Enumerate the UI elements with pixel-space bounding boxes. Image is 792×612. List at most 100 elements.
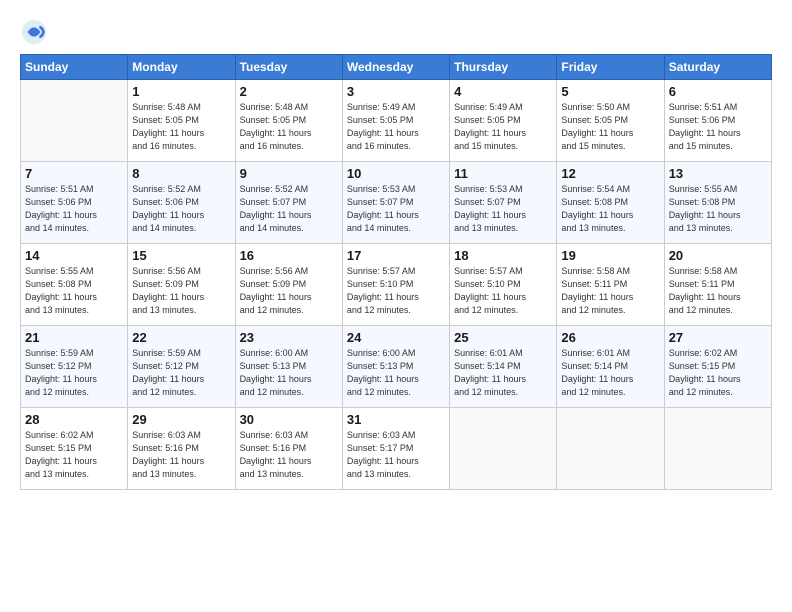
calendar-cell: 25 Sunrise: 6:01 AMSunset: 5:14 PMDayligh… <box>450 326 557 408</box>
day-number: 4 <box>454 84 552 99</box>
day-info: Sunrise: 6:03 AMSunset: 5:16 PMDaylight:… <box>240 429 338 481</box>
day-number: 23 <box>240 330 338 345</box>
day-number: 13 <box>669 166 767 181</box>
day-number: 15 <box>132 248 230 263</box>
calendar-body: 1 Sunrise: 5:48 AMSunset: 5:05 PMDaylight… <box>21 80 772 490</box>
calendar-cell: 31Sunrise: 6:03 AMSunset: 5:17 PMDayligh… <box>342 408 449 490</box>
calendar-cell: 19 Sunrise: 5:58 AMSunset: 5:11 PMDayligh… <box>557 244 664 326</box>
header-thursday: Thursday <box>450 55 557 80</box>
calendar-week-4: 21Sunrise: 5:59 AMSunset: 5:12 PMDayligh… <box>21 326 772 408</box>
day-number: 8 <box>132 166 230 181</box>
calendar-cell: 27 Sunrise: 6:02 AMSunset: 5:15 PMDayligh… <box>664 326 771 408</box>
calendar-week-1: 1 Sunrise: 5:48 AMSunset: 5:05 PMDaylight… <box>21 80 772 162</box>
day-number: 5 <box>561 84 659 99</box>
calendar-cell: 4 Sunrise: 5:49 AMSunset: 5:05 PMDaylight… <box>450 80 557 162</box>
calendar-week-5: 28Sunrise: 6:02 AMSunset: 5:15 PMDayligh… <box>21 408 772 490</box>
day-number: 20 <box>669 248 767 263</box>
day-info: Sunrise: 6:03 AMSunset: 5:16 PMDaylight:… <box>132 429 230 481</box>
day-number: 7 <box>25 166 123 181</box>
calendar-cell: 18 Sunrise: 5:57 AMSunset: 5:10 PMDayligh… <box>450 244 557 326</box>
day-info: Sunrise: 5:54 AMSunset: 5:08 PMDaylight:… <box>561 183 659 235</box>
calendar-cell: 2 Sunrise: 5:48 AMSunset: 5:05 PMDaylight… <box>235 80 342 162</box>
calendar-cell: 11 Sunrise: 5:53 AMSunset: 5:07 PMDayligh… <box>450 162 557 244</box>
header-friday: Friday <box>557 55 664 80</box>
day-number: 27 <box>669 330 767 345</box>
day-info: Sunrise: 5:53 AMSunset: 5:07 PMDaylight:… <box>347 183 445 235</box>
calendar-cell: 8 Sunrise: 5:52 AMSunset: 5:06 PMDaylight… <box>128 162 235 244</box>
day-info: Sunrise: 5:48 AMSunset: 5:05 PMDaylight:… <box>132 101 230 153</box>
day-number: 22 <box>132 330 230 345</box>
day-number: 12 <box>561 166 659 181</box>
day-info: Sunrise: 5:58 AMSunset: 5:11 PMDaylight:… <box>561 265 659 317</box>
calendar-cell <box>557 408 664 490</box>
header-sunday: Sunday <box>21 55 128 80</box>
day-info: Sunrise: 5:51 AMSunset: 5:06 PMDaylight:… <box>25 183 123 235</box>
day-info: Sunrise: 5:52 AMSunset: 5:06 PMDaylight:… <box>132 183 230 235</box>
header <box>20 18 772 46</box>
day-number: 19 <box>561 248 659 263</box>
calendar-cell: 22 Sunrise: 5:59 AMSunset: 5:12 PMDayligh… <box>128 326 235 408</box>
calendar-cell: 26 Sunrise: 6:01 AMSunset: 5:14 PMDayligh… <box>557 326 664 408</box>
day-number: 2 <box>240 84 338 99</box>
header-monday: Monday <box>128 55 235 80</box>
day-number: 25 <box>454 330 552 345</box>
day-info: Sunrise: 5:50 AMSunset: 5:05 PMDaylight:… <box>561 101 659 153</box>
day-info: Sunrise: 5:57 AMSunset: 5:10 PMDaylight:… <box>454 265 552 317</box>
day-info: Sunrise: 6:01 AMSunset: 5:14 PMDaylight:… <box>561 347 659 399</box>
calendar-cell: 17 Sunrise: 5:57 AMSunset: 5:10 PMDayligh… <box>342 244 449 326</box>
calendar-cell: 9 Sunrise: 5:52 AMSunset: 5:07 PMDaylight… <box>235 162 342 244</box>
day-number: 17 <box>347 248 445 263</box>
calendar-cell: 28Sunrise: 6:02 AMSunset: 5:15 PMDayligh… <box>21 408 128 490</box>
page: SundayMondayTuesdayWednesdayThursdayFrid… <box>0 0 792 612</box>
calendar-table: SundayMondayTuesdayWednesdayThursdayFrid… <box>20 54 772 490</box>
logo <box>20 18 52 46</box>
day-info: Sunrise: 5:52 AMSunset: 5:07 PMDaylight:… <box>240 183 338 235</box>
day-number: 28 <box>25 412 123 427</box>
calendar-cell: 13Sunrise: 5:55 AMSunset: 5:08 PMDayligh… <box>664 162 771 244</box>
day-number: 9 <box>240 166 338 181</box>
calendar-cell: 15 Sunrise: 5:56 AMSunset: 5:09 PMDayligh… <box>128 244 235 326</box>
day-info: Sunrise: 5:59 AMSunset: 5:12 PMDaylight:… <box>132 347 230 399</box>
header-saturday: Saturday <box>664 55 771 80</box>
day-info: Sunrise: 5:56 AMSunset: 5:09 PMDaylight:… <box>240 265 338 317</box>
day-number: 26 <box>561 330 659 345</box>
day-info: Sunrise: 5:55 AMSunset: 5:08 PMDaylight:… <box>25 265 123 317</box>
day-number: 30 <box>240 412 338 427</box>
day-number: 10 <box>347 166 445 181</box>
day-number: 6 <box>669 84 767 99</box>
calendar-cell: 12 Sunrise: 5:54 AMSunset: 5:08 PMDayligh… <box>557 162 664 244</box>
calendar-cell: 21Sunrise: 5:59 AMSunset: 5:12 PMDayligh… <box>21 326 128 408</box>
day-info: Sunrise: 6:02 AMSunset: 5:15 PMDaylight:… <box>669 347 767 399</box>
calendar-cell: 5 Sunrise: 5:50 AMSunset: 5:05 PMDaylight… <box>557 80 664 162</box>
calendar-cell: 30 Sunrise: 6:03 AMSunset: 5:16 PMDayligh… <box>235 408 342 490</box>
day-info: Sunrise: 5:59 AMSunset: 5:12 PMDaylight:… <box>25 347 123 399</box>
day-info: Sunrise: 5:49 AMSunset: 5:05 PMDaylight:… <box>454 101 552 153</box>
day-number: 31 <box>347 412 445 427</box>
logo-icon <box>20 18 48 46</box>
day-number: 11 <box>454 166 552 181</box>
calendar-cell <box>450 408 557 490</box>
day-info: Sunrise: 5:57 AMSunset: 5:10 PMDaylight:… <box>347 265 445 317</box>
day-number: 18 <box>454 248 552 263</box>
calendar-cell: 10 Sunrise: 5:53 AMSunset: 5:07 PMDayligh… <box>342 162 449 244</box>
calendar-cell <box>21 80 128 162</box>
calendar-cell: 6Sunrise: 5:51 AMSunset: 5:06 PMDaylight… <box>664 80 771 162</box>
day-info: Sunrise: 6:00 AMSunset: 5:13 PMDaylight:… <box>347 347 445 399</box>
calendar-cell <box>664 408 771 490</box>
calendar-cell: 23Sunrise: 6:00 AMSunset: 5:13 PMDayligh… <box>235 326 342 408</box>
header-wednesday: Wednesday <box>342 55 449 80</box>
header-tuesday: Tuesday <box>235 55 342 80</box>
day-info: Sunrise: 5:56 AMSunset: 5:09 PMDaylight:… <box>132 265 230 317</box>
day-info: Sunrise: 5:53 AMSunset: 5:07 PMDaylight:… <box>454 183 552 235</box>
calendar-cell: 7 Sunrise: 5:51 AMSunset: 5:06 PMDaylight… <box>21 162 128 244</box>
day-info: Sunrise: 5:49 AMSunset: 5:05 PMDaylight:… <box>347 101 445 153</box>
day-info: Sunrise: 6:01 AMSunset: 5:14 PMDaylight:… <box>454 347 552 399</box>
day-number: 3 <box>347 84 445 99</box>
calendar-week-3: 14Sunrise: 5:55 AMSunset: 5:08 PMDayligh… <box>21 244 772 326</box>
calendar-cell: 24 Sunrise: 6:00 AMSunset: 5:13 PMDayligh… <box>342 326 449 408</box>
day-info: Sunrise: 5:48 AMSunset: 5:05 PMDaylight:… <box>240 101 338 153</box>
day-number: 29 <box>132 412 230 427</box>
calendar-header-row: SundayMondayTuesdayWednesdayThursdayFrid… <box>21 55 772 80</box>
day-number: 1 <box>132 84 230 99</box>
day-number: 24 <box>347 330 445 345</box>
